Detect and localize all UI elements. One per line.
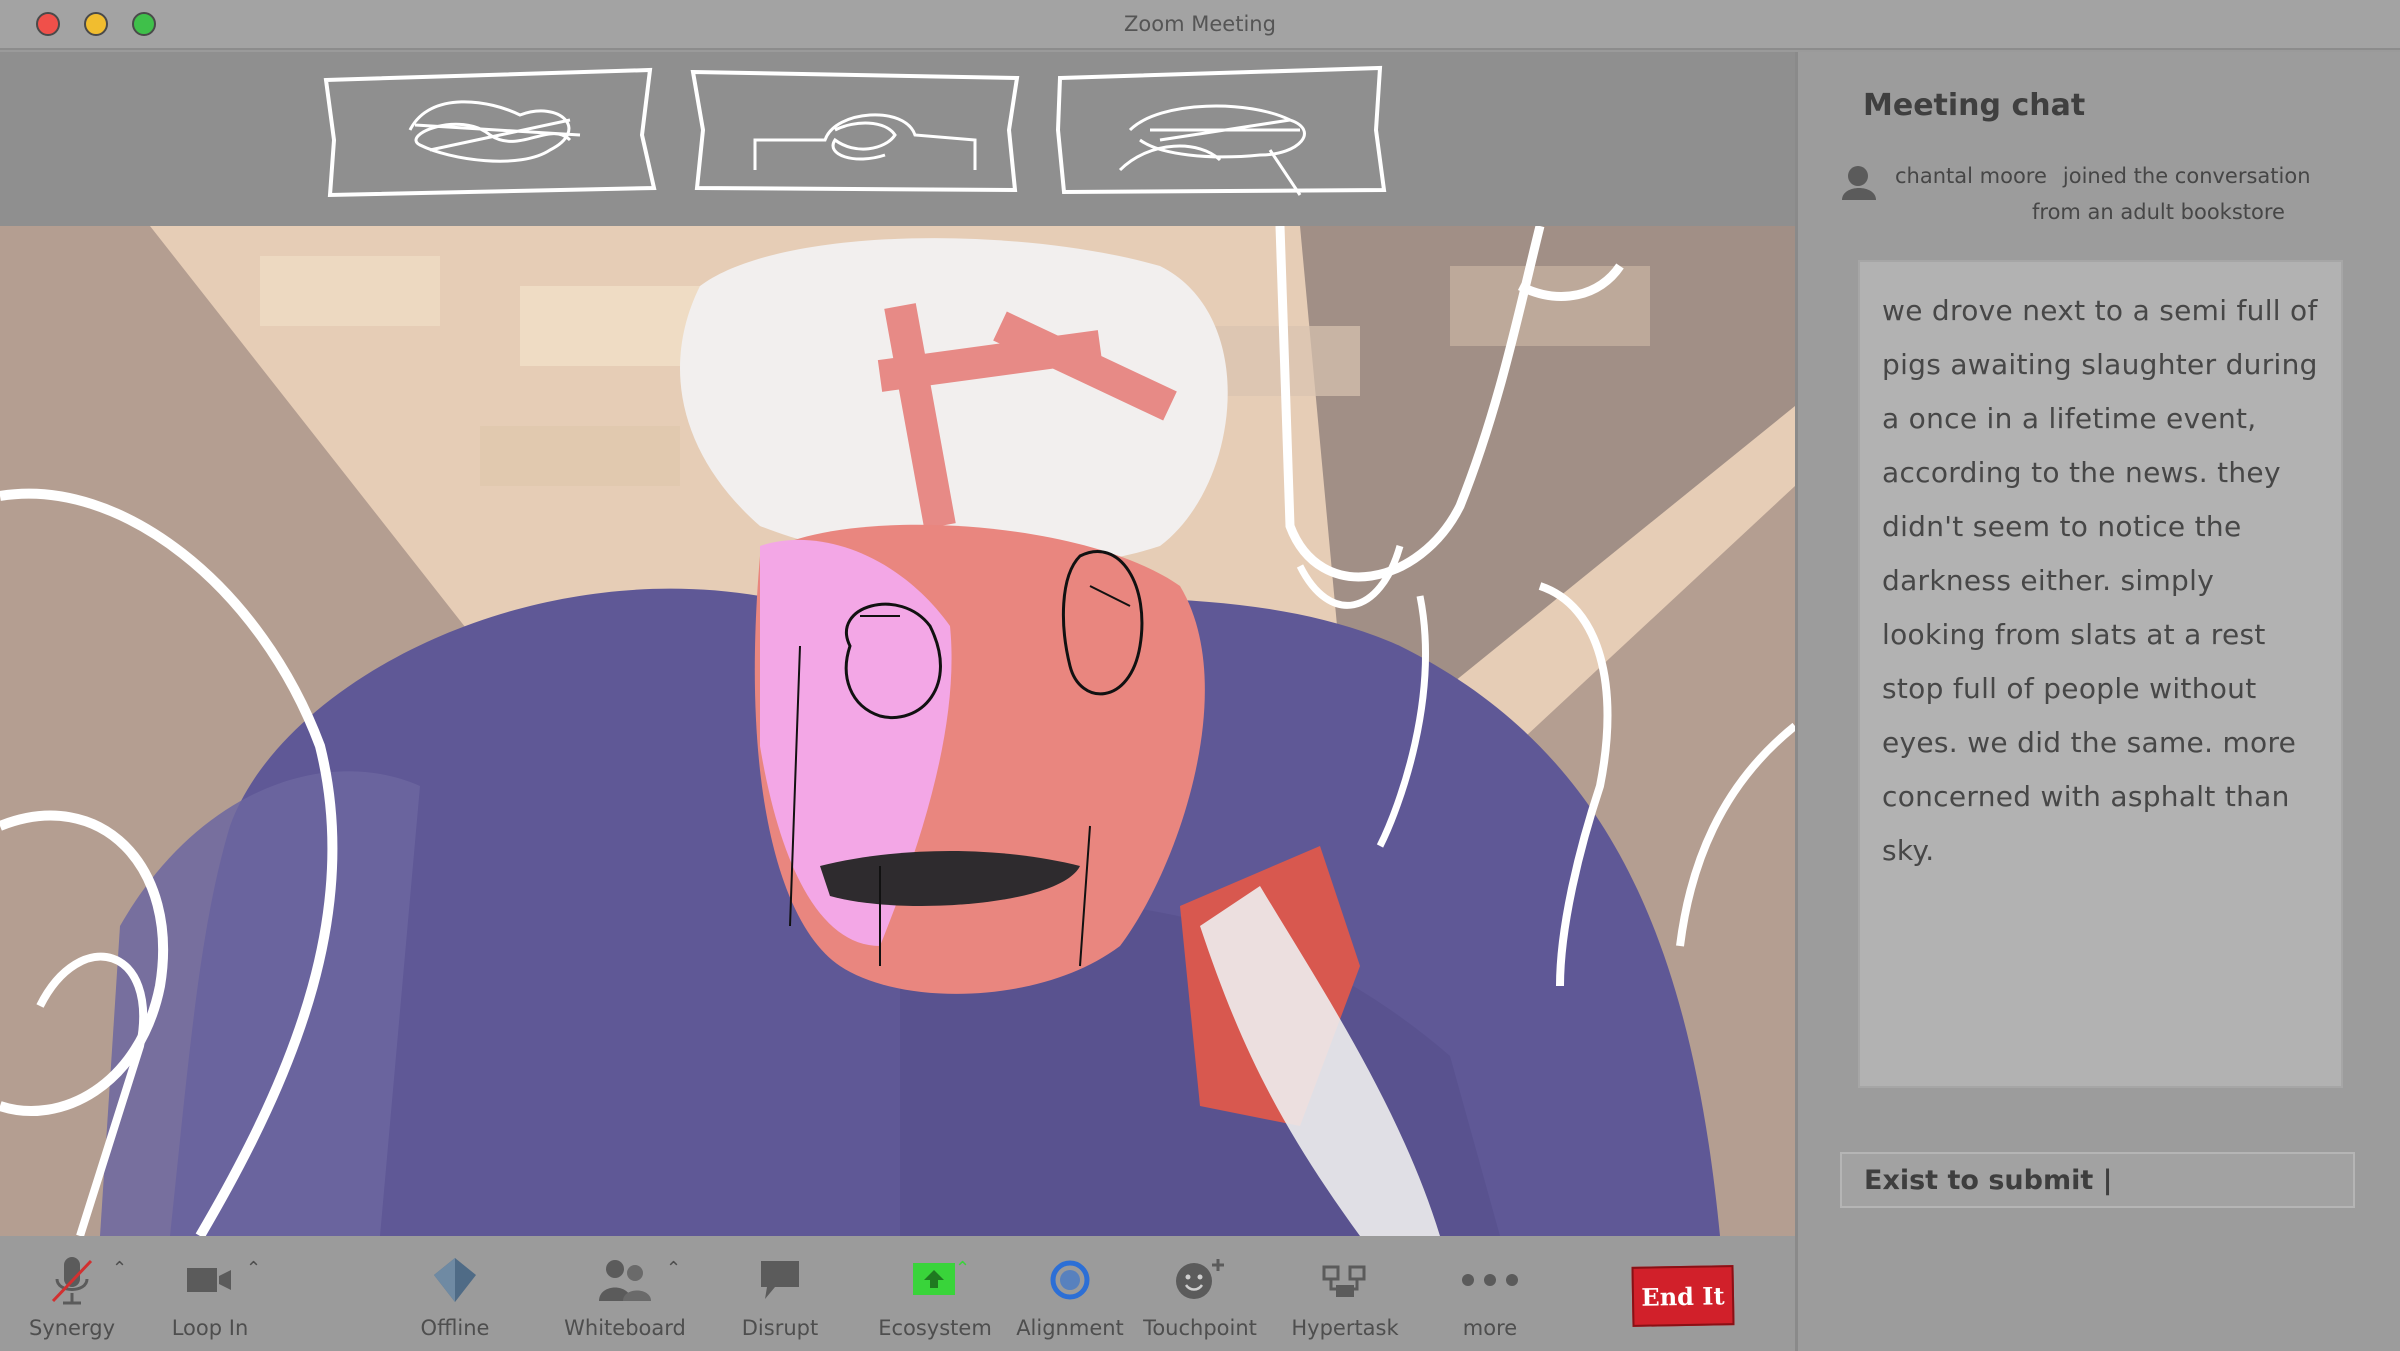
more-dots-icon bbox=[1460, 1250, 1520, 1310]
end-meeting-button[interactable]: End It bbox=[1631, 1265, 1735, 1327]
chat-panel: Meeting chat chantal moore joined the con… bbox=[1795, 52, 2400, 1351]
chat-input[interactable] bbox=[1840, 1152, 2355, 1208]
muted-microphone-icon bbox=[42, 1250, 102, 1310]
main-video-feed bbox=[0, 226, 1795, 1236]
record-icon bbox=[1040, 1250, 1100, 1310]
ecosystem-options-caret-icon[interactable]: ⌃ bbox=[955, 1258, 970, 1279]
alignment-label: Alignment bbox=[1016, 1316, 1124, 1340]
breakout-rooms-icon bbox=[1315, 1250, 1375, 1310]
participants-icon bbox=[595, 1250, 655, 1310]
disrupt-label: Disrupt bbox=[741, 1316, 819, 1340]
alignment-button[interactable]: Alignment bbox=[1015, 1236, 1125, 1351]
offline-button[interactable]: Offline bbox=[405, 1236, 505, 1351]
synergy-options-caret-icon[interactable]: ⌃ bbox=[112, 1258, 127, 1279]
hypertask-button[interactable]: Hypertask bbox=[1280, 1236, 1410, 1351]
synergy-label: Synergy bbox=[28, 1316, 115, 1340]
reaction-emoji-icon bbox=[1170, 1250, 1230, 1310]
shield-icon bbox=[425, 1250, 485, 1310]
whiteboard-button[interactable]: Whiteboard bbox=[560, 1236, 690, 1351]
participant-thumbnail-1[interactable] bbox=[320, 60, 660, 200]
offline-label: Offline bbox=[420, 1316, 490, 1340]
disrupt-button[interactable]: Disrupt bbox=[730, 1236, 830, 1351]
participant-thumbnail-2[interactable] bbox=[685, 60, 1025, 200]
meeting-toolbar: Synergy ⌃ Loop In ⌃ Offline Whiteboard ⌃… bbox=[0, 1236, 1795, 1351]
speaker-video-illustration bbox=[0, 226, 1795, 1236]
join-message-text: joined the conversation bbox=[2062, 164, 2311, 188]
whiteboard-options-caret-icon[interactable]: ⌃ bbox=[666, 1258, 681, 1279]
ecosystem-button[interactable]: Ecosystem bbox=[875, 1236, 995, 1351]
chat-message: we drove next to a semi full of pigs awa… bbox=[1882, 294, 2318, 867]
window-title: Zoom Meeting bbox=[1124, 12, 1276, 36]
touchpoint-label: Touchpoint bbox=[1143, 1316, 1257, 1340]
more-label: more bbox=[1462, 1316, 1518, 1340]
chat-message-area[interactable]: we drove next to a semi full of pigs awa… bbox=[1858, 260, 2343, 1088]
hypertask-label: Hypertask bbox=[1291, 1316, 1399, 1340]
synergy-button[interactable]: Synergy bbox=[22, 1236, 122, 1351]
ecosystem-label: Ecosystem bbox=[878, 1316, 992, 1340]
chat-bubble-icon bbox=[750, 1250, 810, 1310]
touchpoint-button[interactable]: Touchpoint bbox=[1140, 1236, 1260, 1351]
join-user-name: chantal moore bbox=[1895, 164, 2047, 188]
whiteboard-label: Whiteboard bbox=[564, 1316, 686, 1340]
title-bar: Zoom Meeting bbox=[0, 0, 2400, 50]
more-button[interactable]: more bbox=[1440, 1236, 1540, 1351]
chat-panel-title: Meeting chat bbox=[1863, 88, 2086, 123]
user-avatar-icon bbox=[1842, 166, 1876, 200]
loop-in-label: Loop In bbox=[171, 1316, 249, 1340]
join-location-text: from an adult bookstore bbox=[2032, 200, 2285, 224]
loop-in-options-caret-icon[interactable]: ⌃ bbox=[246, 1258, 261, 1279]
participant-gallery bbox=[0, 52, 1795, 226]
video-camera-icon bbox=[180, 1250, 240, 1310]
participant-thumbnail-3[interactable] bbox=[1050, 60, 1390, 200]
loop-in-button[interactable]: Loop In bbox=[160, 1236, 260, 1351]
